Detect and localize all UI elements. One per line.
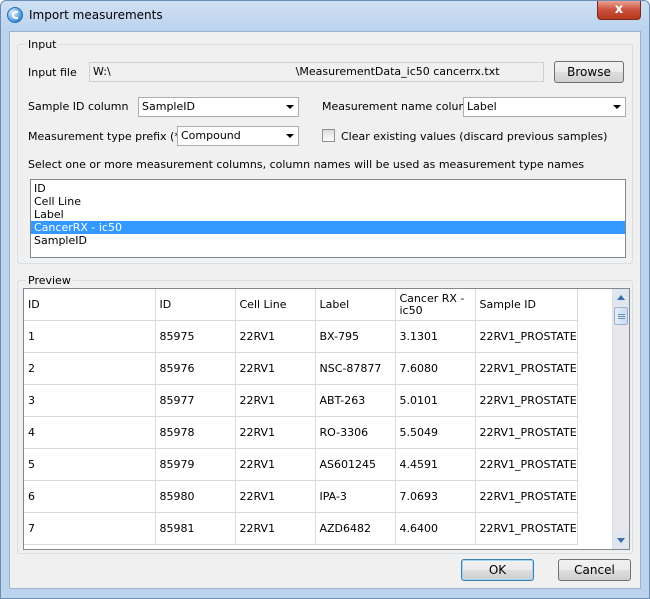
import-measurements-window: Import measurements x Input Input file W…	[0, 0, 650, 599]
table-cell[interactable]: 85977	[155, 384, 236, 417]
table-cell[interactable]: 6	[24, 480, 156, 513]
table-cell[interactable]: ABT-263	[315, 384, 396, 417]
measurement-name-column-label: Measurement name column	[322, 100, 477, 113]
table-cell[interactable]: 22RV1	[235, 512, 316, 545]
list-item[interactable]: ID	[31, 182, 625, 195]
table-cell[interactable]: 2	[24, 352, 156, 385]
title-bar[interactable]: Import measurements x	[1, 1, 649, 31]
table-row[interactable]: 5 85979 22RV1 AS601245 4.4591 22RV1_PROSTATE	[24, 448, 578, 481]
table-cell[interactable]: RO-3306	[315, 416, 396, 449]
table-cell[interactable]: 85979	[155, 448, 236, 481]
column-header-cancer-rx-ic50[interactable]: Cancer RX - ic50	[395, 289, 476, 321]
window-title: Import measurements	[29, 8, 163, 22]
table-cell[interactable]: 22RV1_PROSTATE	[475, 320, 578, 353]
browse-button[interactable]: Browse	[554, 61, 624, 83]
cancel-button[interactable]: Cancel	[558, 559, 631, 581]
ok-button[interactable]: OK	[461, 559, 534, 581]
table-cell[interactable]: 5	[24, 448, 156, 481]
column-header-id-2[interactable]: ID	[155, 289, 236, 321]
clear-existing-checkbox[interactable]	[322, 129, 335, 142]
list-item[interactable]: Label	[31, 208, 625, 221]
app-logo-icon	[7, 7, 23, 23]
table-cell[interactable]: NSC-87877	[315, 352, 396, 385]
table-cell[interactable]: 85975	[155, 320, 236, 353]
preview-group-label: Preview	[26, 274, 73, 287]
table-cell[interactable]: 85981	[155, 512, 236, 545]
scroll-down-icon[interactable]	[613, 532, 629, 549]
vertical-scrollbar[interactable]	[612, 289, 629, 549]
table-cell[interactable]: 5.0101	[395, 384, 476, 417]
table-cell[interactable]: 5.5049	[395, 416, 476, 449]
table-cell[interactable]: 85976	[155, 352, 236, 385]
table-cell[interactable]: 22RV1_PROSTATE	[475, 416, 578, 449]
chevron-down-icon	[286, 134, 294, 138]
chevron-down-icon	[286, 105, 294, 109]
preview-grid[interactable]: ID ID Cell Line Label Cancer RX - ic50 S…	[23, 288, 630, 550]
clear-existing-label: Clear existing values (discard previous …	[341, 130, 608, 143]
list-item[interactable]: Cell Line	[31, 195, 625, 208]
table-cell[interactable]: 1	[24, 320, 156, 353]
preview-table: ID ID Cell Line Label Cancer RX - ic50 S…	[24, 289, 578, 545]
input-file-label: Input file	[28, 66, 77, 79]
table-row[interactable]: 4 85978 22RV1 RO-3306 5.5049 22RV1_PROSTATE	[24, 416, 578, 449]
table-header-row: ID ID Cell Line Label Cancer RX - ic50 S…	[24, 289, 578, 321]
sample-id-column-value: SampleID	[142, 100, 195, 113]
scrollbar-thumb[interactable]	[614, 307, 628, 325]
table-cell[interactable]: 22RV1_PROSTATE	[475, 448, 578, 481]
table-cell[interactable]: 22RV1	[235, 480, 316, 513]
chevron-down-icon	[613, 105, 621, 109]
select-columns-instruction: Select one or more measurement columns, …	[28, 158, 585, 171]
table-cell[interactable]: AZD6482	[315, 512, 396, 545]
measurement-type-prefix-select[interactable]: Compound	[177, 126, 299, 146]
table-cell[interactable]: 22RV1_PROSTATE	[475, 384, 578, 417]
table-cell[interactable]: 4.4591	[395, 448, 476, 481]
table-row[interactable]: 2 85976 22RV1 NSC-87877 7.6080 22RV1_PROSTATE	[24, 352, 578, 385]
table-cell[interactable]: 3.1301	[395, 320, 476, 353]
input-file-field[interactable]: W:\ \MeasurementData_ic50 cancerrx.txt	[89, 62, 544, 82]
table-cell[interactable]: 22RV1	[235, 448, 316, 481]
close-button[interactable]: x	[597, 1, 641, 20]
measurement-name-column-value: Label	[467, 100, 497, 113]
table-cell[interactable]: 22RV1_PROSTATE	[475, 512, 578, 545]
table-cell[interactable]: 7	[24, 512, 156, 545]
table-cell[interactable]: 22RV1	[235, 384, 316, 417]
table-cell[interactable]: 22RV1_PROSTATE	[475, 352, 578, 385]
table-cell[interactable]: 85980	[155, 480, 236, 513]
table-cell[interactable]: 4.6400	[395, 512, 476, 545]
column-header-sample-id[interactable]: Sample ID	[475, 289, 578, 321]
column-header-label[interactable]: Label	[315, 289, 396, 321]
list-item-selected[interactable]: CancerRX - ic50	[31, 221, 625, 234]
table-cell[interactable]: 4	[24, 416, 156, 449]
table-cell[interactable]: 7.0693	[395, 480, 476, 513]
table-cell[interactable]: AS601245	[315, 448, 396, 481]
table-row[interactable]: 3 85977 22RV1 ABT-263 5.0101 22RV1_PROSTATE	[24, 384, 578, 417]
table-row[interactable]: 6 85980 22RV1 IPA-3 7.0693 22RV1_PROSTATE	[24, 480, 578, 513]
scroll-up-icon[interactable]	[613, 289, 629, 306]
input-file-path-prefix: W:\	[93, 65, 111, 78]
table-cell[interactable]: 85978	[155, 416, 236, 449]
table-cell[interactable]: BX-795	[315, 320, 396, 353]
measurement-columns-list[interactable]: ID Cell Line Label CancerRX - ic50 Sampl…	[30, 179, 626, 258]
table-cell[interactable]: 22RV1	[235, 352, 316, 385]
dialog-body: Input Input file W:\ \MeasurementData_ic5…	[9, 31, 641, 589]
input-file-path-suffix: \MeasurementData_ic50 cancerrx.txt	[295, 65, 500, 78]
sample-id-column-select[interactable]: SampleID	[138, 97, 299, 117]
table-row[interactable]: 1 85975 22RV1 BX-795 3.1301 22RV1_PROSTATE	[24, 320, 578, 353]
table-cell[interactable]: 22RV1	[235, 416, 316, 449]
measurement-type-prefix-label: Measurement type prefix (*)	[28, 130, 185, 143]
column-header-id[interactable]: ID	[24, 289, 156, 321]
measurement-name-column-select[interactable]: Label	[463, 97, 626, 117]
column-header-cell-line[interactable]: Cell Line	[235, 289, 316, 321]
table-cell[interactable]: IPA-3	[315, 480, 396, 513]
table-cell[interactable]: 22RV1_PROSTATE	[475, 480, 578, 513]
measurement-type-prefix-value: Compound	[181, 129, 241, 142]
table-cell[interactable]: 7.6080	[395, 352, 476, 385]
input-group-label: Input	[26, 38, 59, 51]
table-cell[interactable]: 22RV1	[235, 320, 316, 353]
sample-id-column-label: Sample ID column	[28, 100, 129, 113]
table-cell[interactable]: 3	[24, 384, 156, 417]
list-item[interactable]: SampleID	[31, 234, 625, 247]
table-row[interactable]: 7 85981 22RV1 AZD6482 4.6400 22RV1_PROSTATE	[24, 512, 578, 545]
